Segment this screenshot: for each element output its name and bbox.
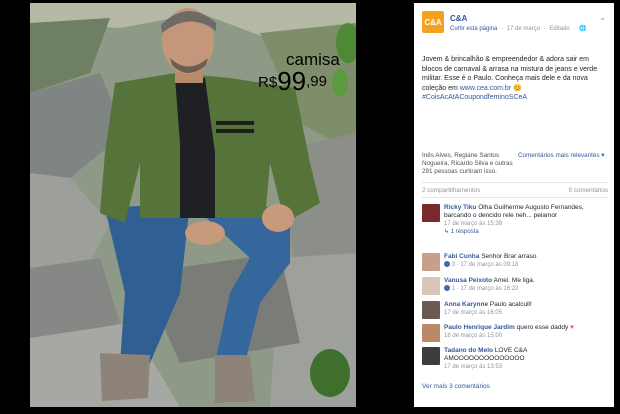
comment-meta[interactable]: 17 de março às 16:05 — [444, 309, 608, 317]
post-date[interactable]: 17 de março — [507, 26, 540, 32]
price-integer: 99 — [277, 66, 307, 96]
avatar[interactable] — [422, 277, 440, 295]
comment-author[interactable]: Tadano do Melo — [444, 347, 493, 354]
shares-count[interactable]: 2 compartilhamentos — [422, 187, 480, 194]
post-panel: C&A C&A Curtir esta página · 17 de março… — [414, 3, 614, 407]
comments-filter-dropdown[interactable]: Comentários mais relevantes ▾ — [518, 152, 604, 159]
like-icon — [444, 285, 450, 292]
comment-replies-link[interactable]: ↳ 1 resposta — [444, 228, 608, 236]
comment-author[interactable]: Fabi Cunha — [444, 253, 479, 260]
like-page-link[interactable]: Curtir esta página — [450, 26, 497, 32]
avatar[interactable] — [422, 301, 440, 319]
comment-author[interactable]: Vanusa Peixoto — [444, 277, 492, 284]
comment-meta[interactable]: 17 de março às 15:38 — [444, 220, 608, 228]
price-currency: R$ — [258, 74, 278, 91]
post-counts: 2 compartilhamentos 9 comentários — [422, 187, 608, 194]
post-meta: Curtir esta página · 17 de março · Edita… — [450, 25, 589, 32]
reactions-names[interactable]: Inês Alves, Regiane Santos Nogueira, Ric… — [422, 152, 514, 176]
comment-text: Amei. Me liga. — [493, 277, 535, 284]
comments-count[interactable]: 9 comentários — [568, 187, 608, 194]
divider — [422, 197, 608, 198]
price-cents: ,99 — [306, 73, 327, 90]
comment-meta[interactable]: 1 · 17 de março às 16:22 — [444, 285, 608, 293]
comment-meta[interactable]: 18 de março às 15:00 — [444, 332, 608, 340]
price-tag: camisa R$ 99 ,99 — [258, 51, 340, 94]
chevron-down-icon[interactable]: ⌄ — [599, 13, 606, 22]
meta-separator: · — [543, 26, 546, 32]
post-link[interactable]: www.cea.com.br — [460, 85, 511, 92]
post-photo[interactable]: camisa R$ 99 ,99 — [30, 3, 356, 407]
comment-author[interactable]: Anna Karynne — [444, 301, 488, 308]
comment-meta-text: 3 · 17 de março às 09:18 — [451, 262, 519, 268]
edited-label[interactable]: Editado — [549, 26, 569, 32]
meta-separator: · — [501, 26, 504, 32]
like-icon — [444, 261, 450, 268]
post-hashtag[interactable]: #CoisAcAtACoupondfeminoSCeA — [422, 93, 606, 103]
more-comments-link[interactable]: Ver mais 3 comentários — [422, 383, 490, 390]
post-header: C&A C&A Curtir esta página · 17 de março… — [414, 3, 614, 41]
reactions-summary: Inês Alves, Regiane Santos Nogueira, Ric… — [422, 152, 608, 176]
comment-author[interactable]: Paulo Henrique Jardim — [444, 324, 515, 331]
price-line: R$ 99 ,99 — [258, 68, 340, 94]
globe-icon: 🌐 — [579, 26, 587, 32]
comment-meta-text: 1 · 17 de março às 16:22 — [451, 286, 519, 292]
avatar[interactable] — [422, 324, 440, 342]
post-text: Jovem & brincalhão & empreendedor & ador… — [414, 41, 614, 103]
divider — [422, 182, 608, 183]
avatar[interactable] — [422, 204, 440, 222]
meta-separator: · — [573, 26, 576, 32]
avatar[interactable] — [422, 253, 440, 271]
comment-meta[interactable]: 17 de março às 13:53 — [444, 363, 608, 371]
heart-icon: ♥ — [570, 324, 574, 331]
comment-text: Senhor Brar arraso — [481, 253, 537, 260]
smile-emoji-icon: 😊 — [513, 84, 522, 92]
page-logo[interactable]: C&A — [422, 11, 444, 33]
comment-text: quero esse daddy — [516, 324, 569, 331]
comment-meta[interactable]: 3 · 17 de março às 09:18 — [444, 261, 608, 269]
comment-author[interactable]: Ricky Tiku — [444, 204, 476, 211]
avatar[interactable] — [422, 347, 440, 365]
comment-text: Paulo acalcull! — [489, 301, 532, 308]
page-name[interactable]: C&A — [450, 14, 467, 23]
